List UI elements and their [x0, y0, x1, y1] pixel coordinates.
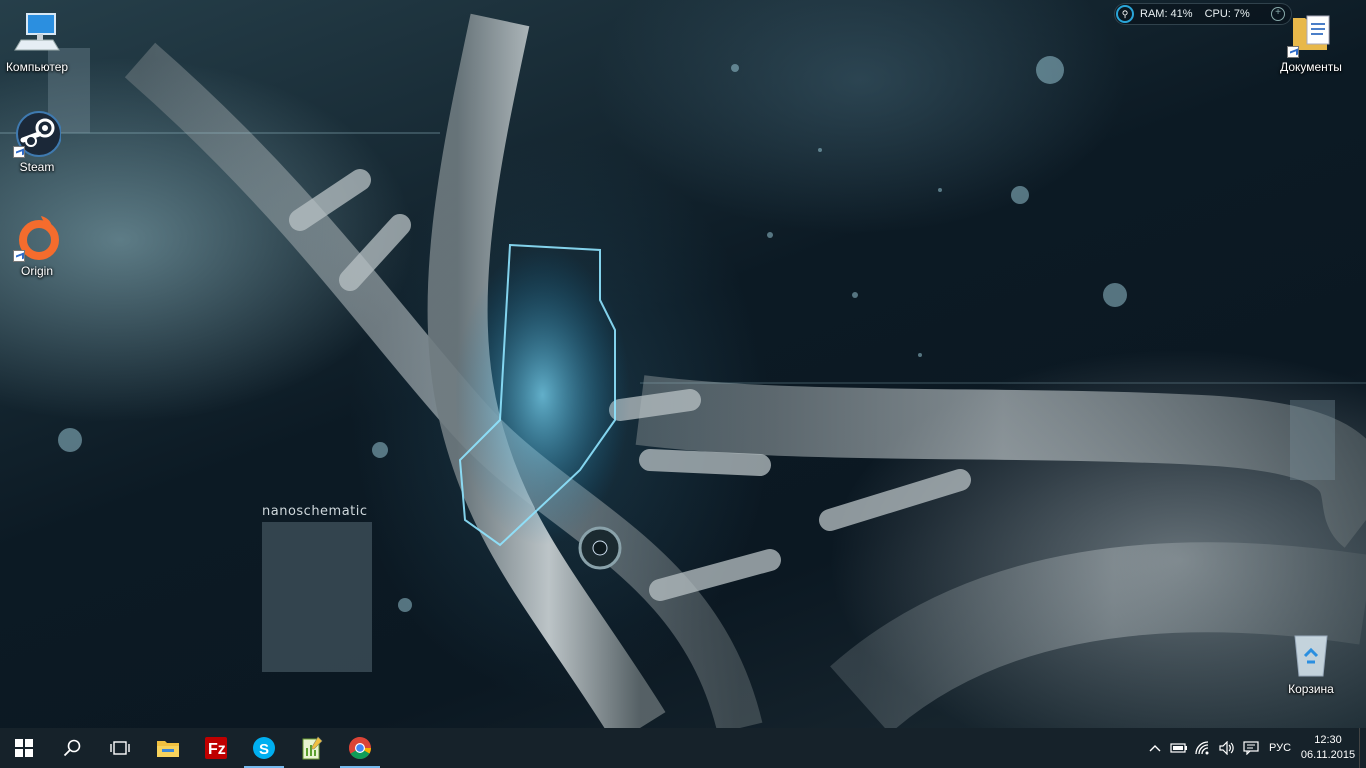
speaker-icon — [1219, 741, 1234, 755]
taskbar-app-notepad[interactable] — [288, 728, 336, 768]
shortcut-arrow-icon — [13, 146, 25, 158]
desktop-icon-origin[interactable]: Origin — [0, 214, 77, 278]
expand-icon[interactable]: + — [1271, 7, 1285, 21]
taskbar-app-skype[interactable]: S — [240, 728, 288, 768]
filezilla-icon: Fz — [205, 737, 227, 759]
taskbar: Fz S РУС 12:30 06.11.2015 — [0, 728, 1366, 768]
svg-text:Fz: Fz — [208, 741, 226, 758]
desktop-icon-computer[interactable]: Компьютер — [0, 10, 77, 74]
wifi-icon — [1195, 741, 1209, 755]
wallpaper-nanoschematic-text: nanoschematic — [262, 504, 368, 519]
taskbar-app-file-explorer[interactable] — [144, 728, 192, 768]
battery-button[interactable] — [1167, 728, 1191, 768]
show-desktop-button[interactable] — [1359, 728, 1366, 768]
desktop-icon-label: Корзина — [1288, 682, 1334, 696]
documents-folder-icon — [1287, 10, 1335, 58]
network-button[interactable] — [1191, 728, 1215, 768]
dna-helix-graphic — [0, 13, 1366, 728]
desktop-icon-label: Документы — [1280, 60, 1342, 74]
clock[interactable]: 12:30 06.11.2015 — [1297, 733, 1359, 763]
steam-icon — [13, 110, 62, 158]
ram-usage: RAM: 41% — [1140, 8, 1193, 20]
task-view-button[interactable] — [96, 728, 144, 768]
search-button[interactable] — [48, 728, 96, 768]
clock-date: 06.11.2015 — [1300, 749, 1356, 761]
skype-icon: S — [253, 737, 275, 759]
desktop-icon-label: Origin — [20, 264, 53, 278]
svg-text:S: S — [259, 741, 269, 758]
shortcut-arrow-icon — [13, 250, 25, 262]
clock-time: 12:30 — [1314, 734, 1342, 746]
search-icon — [63, 739, 81, 757]
chevron-up-icon — [1149, 745, 1161, 752]
desktop-icon-label: Компьютер — [5, 60, 69, 74]
battery-icon — [1170, 743, 1187, 753]
volume-button[interactable] — [1215, 728, 1239, 768]
desktop-icon-label: Steam — [19, 160, 55, 174]
task-view-icon — [110, 741, 130, 755]
system-monitor-widget[interactable]: ⚲ RAM: 41% CPU: 7% + — [1114, 3, 1292, 25]
chrome-icon — [349, 737, 371, 759]
shortcut-arrow-icon — [1287, 46, 1299, 58]
folder-icon — [157, 741, 179, 757]
action-center-icon — [1243, 741, 1259, 755]
recycle-bin-icon — [1287, 632, 1335, 680]
taskbar-app-filezilla[interactable]: Fz — [192, 728, 240, 768]
show-hidden-icons-button[interactable] — [1143, 728, 1167, 768]
computer-icon — [13, 10, 61, 58]
notepad-icon — [302, 736, 323, 760]
broom-cleanup-icon[interactable]: ⚲ — [1116, 5, 1134, 23]
desktop-icon-steam[interactable]: Steam — [0, 110, 77, 174]
taskbar-app-chrome[interactable] — [336, 728, 384, 768]
desktop-wallpaper: nanoschematic — [0, 0, 1366, 728]
windows-logo-icon — [15, 739, 33, 757]
start-button[interactable] — [0, 728, 48, 768]
input-language-indicator[interactable]: РУС — [1263, 742, 1297, 754]
origin-icon — [13, 214, 61, 262]
desktop-icon-recycle-bin[interactable]: Корзина — [1271, 632, 1351, 696]
system-tray: РУС 12:30 06.11.2015 — [1143, 728, 1366, 768]
cpu-usage: CPU: 7% — [1204, 8, 1250, 20]
notifications-button[interactable] — [1239, 728, 1263, 768]
